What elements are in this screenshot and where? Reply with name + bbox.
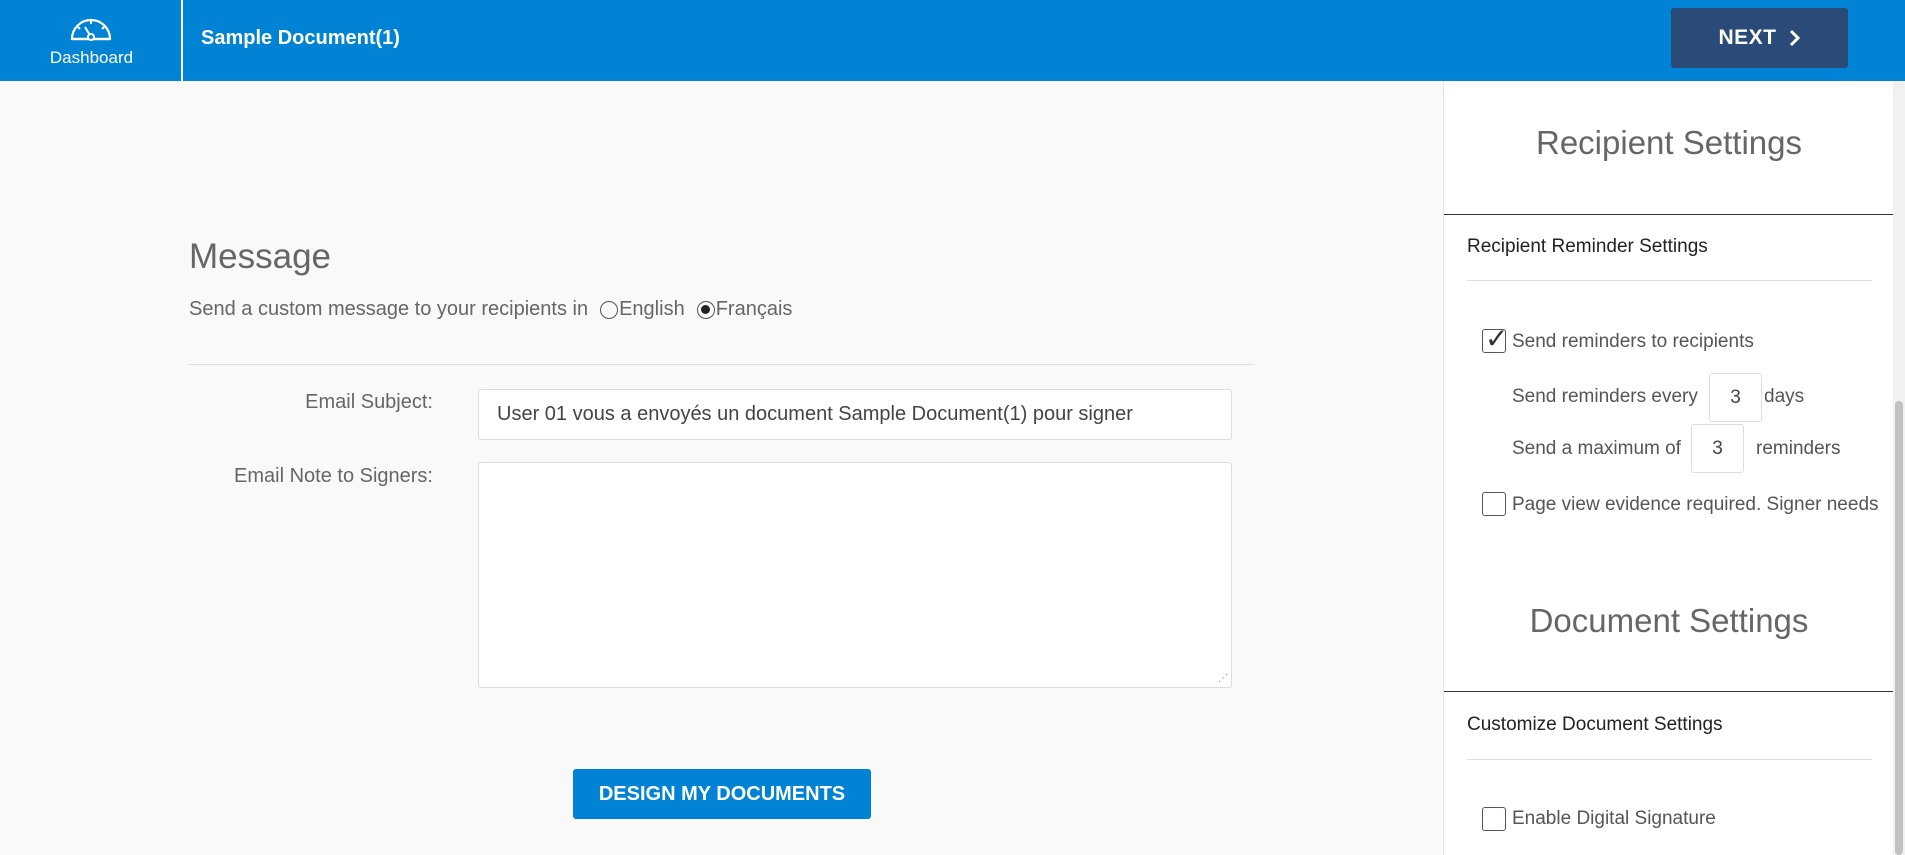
divider (1444, 691, 1893, 692)
chevron-right-icon (1789, 29, 1800, 47)
email-note-textarea[interactable]: ⋰ (478, 462, 1232, 688)
divider (1467, 759, 1872, 760)
reminder-every-suffix: days (1764, 386, 1805, 407)
next-button[interactable]: NEXT (1671, 8, 1848, 68)
document-settings-heading: Document Settings (1529, 602, 1809, 639)
recipient-reminder-title: Recipient Reminder Settings (1467, 236, 1708, 257)
settings-panel: Recipient Settings Recipient Reminder Se… (1443, 81, 1893, 855)
customize-document-title: Customize Document Settings (1467, 714, 1723, 735)
document-title: Sample Document(1) (201, 27, 400, 49)
dashboard-button[interactable]: Dashboard (0, 0, 183, 81)
send-reminders-checkbox[interactable] (1482, 322, 1508, 355)
email-subject-label: Email Subject: (305, 391, 433, 413)
radio-english-label[interactable]: English (619, 298, 685, 321)
recipient-settings-heading: Recipient Settings (1536, 124, 1802, 161)
panel-scrollbar[interactable] (1893, 81, 1905, 855)
reminder-days-input[interactable]: 3 (1709, 373, 1762, 422)
language-prompt: Send a custom message to your recipients… (189, 298, 589, 320)
radio-francais[interactable] (696, 300, 715, 319)
scrollbar-thumb[interactable] (1895, 401, 1903, 855)
divider (1444, 214, 1893, 215)
reminder-max-suffix: reminders (1756, 438, 1841, 459)
resize-grip-icon[interactable]: ⋰ (1218, 673, 1228, 684)
email-note-label: Email Note to Signers: (234, 465, 433, 487)
digital-signature-checkbox[interactable] (1482, 807, 1506, 831)
dashboard-gauge-icon (70, 18, 112, 41)
dashboard-label: Dashboard (49, 48, 134, 67)
send-reminders-label[interactable]: Send reminders to recipients (1512, 331, 1754, 353)
reminder-every-prefix: Send reminders every (1512, 386, 1698, 407)
page-view-evidence-label[interactable]: Page view evidence required. Signer need… (1512, 494, 1879, 516)
page-view-evidence-checkbox[interactable] (1482, 492, 1506, 516)
divider (189, 364, 1254, 365)
reminder-max-input[interactable]: 3 (1691, 424, 1744, 473)
radio-francais-label[interactable]: Français (716, 298, 793, 321)
divider (1467, 280, 1872, 281)
next-button-label: NEXT (1718, 26, 1777, 49)
reminder-max-prefix: Send a maximum of (1512, 438, 1681, 459)
language-selector: Send a custom message to your recipients… (189, 298, 792, 321)
top-bar: Dashboard Sample Document(1) NEXT (0, 0, 1905, 81)
design-documents-button[interactable]: DESIGN MY DOCUMENTS (573, 769, 871, 819)
message-title: Message (189, 237, 332, 276)
digital-signature-label[interactable]: Enable Digital Signature (1512, 808, 1716, 830)
email-subject-input[interactable]: User 01 vous a envoyés un document Sampl… (478, 389, 1232, 440)
radio-english[interactable] (600, 300, 619, 319)
